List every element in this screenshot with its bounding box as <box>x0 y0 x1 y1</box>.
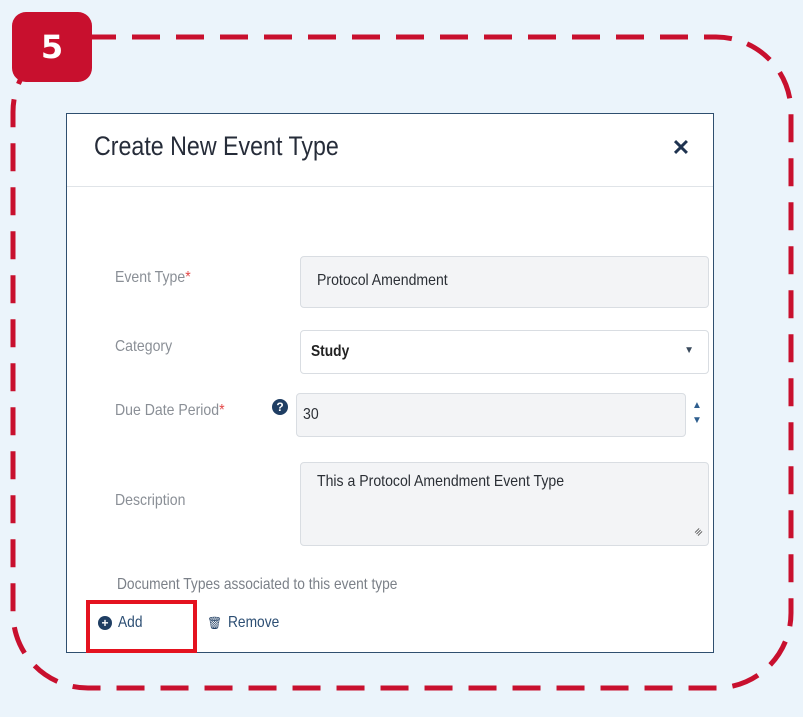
required-marker: * <box>185 269 191 286</box>
due-date-period-label: Due Date Period* <box>115 402 225 419</box>
dialog-title: Create New Event Type <box>94 131 339 161</box>
spin-down-icon[interactable]: ▼ <box>692 415 702 426</box>
required-marker: * <box>219 402 225 419</box>
add-button-highlight <box>86 600 197 653</box>
document-types-label: Document Types associated to this event … <box>117 576 398 593</box>
question-circle-icon[interactable]: ? <box>272 399 288 415</box>
description-label: Description <box>115 492 186 509</box>
trash-icon: 🗑 <box>207 616 223 630</box>
remove-document-type-button[interactable]: 🗑 Remove <box>207 614 288 632</box>
close-button[interactable]: ✕ <box>667 134 695 162</box>
description-textarea[interactable]: This a Protocol Amendment Event Type ≡ <box>300 462 709 546</box>
step-number: 5 <box>40 28 64 66</box>
chevron-down-icon: ▼ <box>684 345 694 356</box>
category-select[interactable]: Study ▼ <box>300 330 709 374</box>
category-label: Category <box>115 338 173 355</box>
close-icon: ✕ <box>671 135 691 160</box>
spin-up-icon[interactable]: ▲ <box>692 400 702 411</box>
event-type-label: Event Type* <box>115 269 191 286</box>
event-type-input[interactable]: Protocol Amendment <box>300 256 709 308</box>
due-date-period-input[interactable]: 30 <box>296 393 686 437</box>
step-number-badge: 5 <box>12 12 92 82</box>
dialog-header: Create New Event Type ✕ <box>67 114 713 187</box>
number-spinner[interactable]: ▲ ▼ <box>690 398 706 432</box>
create-event-type-dialog: Create New Event Type ✕ Event Type* Prot… <box>66 113 714 653</box>
resize-grip-icon[interactable]: ≡ <box>691 525 706 540</box>
